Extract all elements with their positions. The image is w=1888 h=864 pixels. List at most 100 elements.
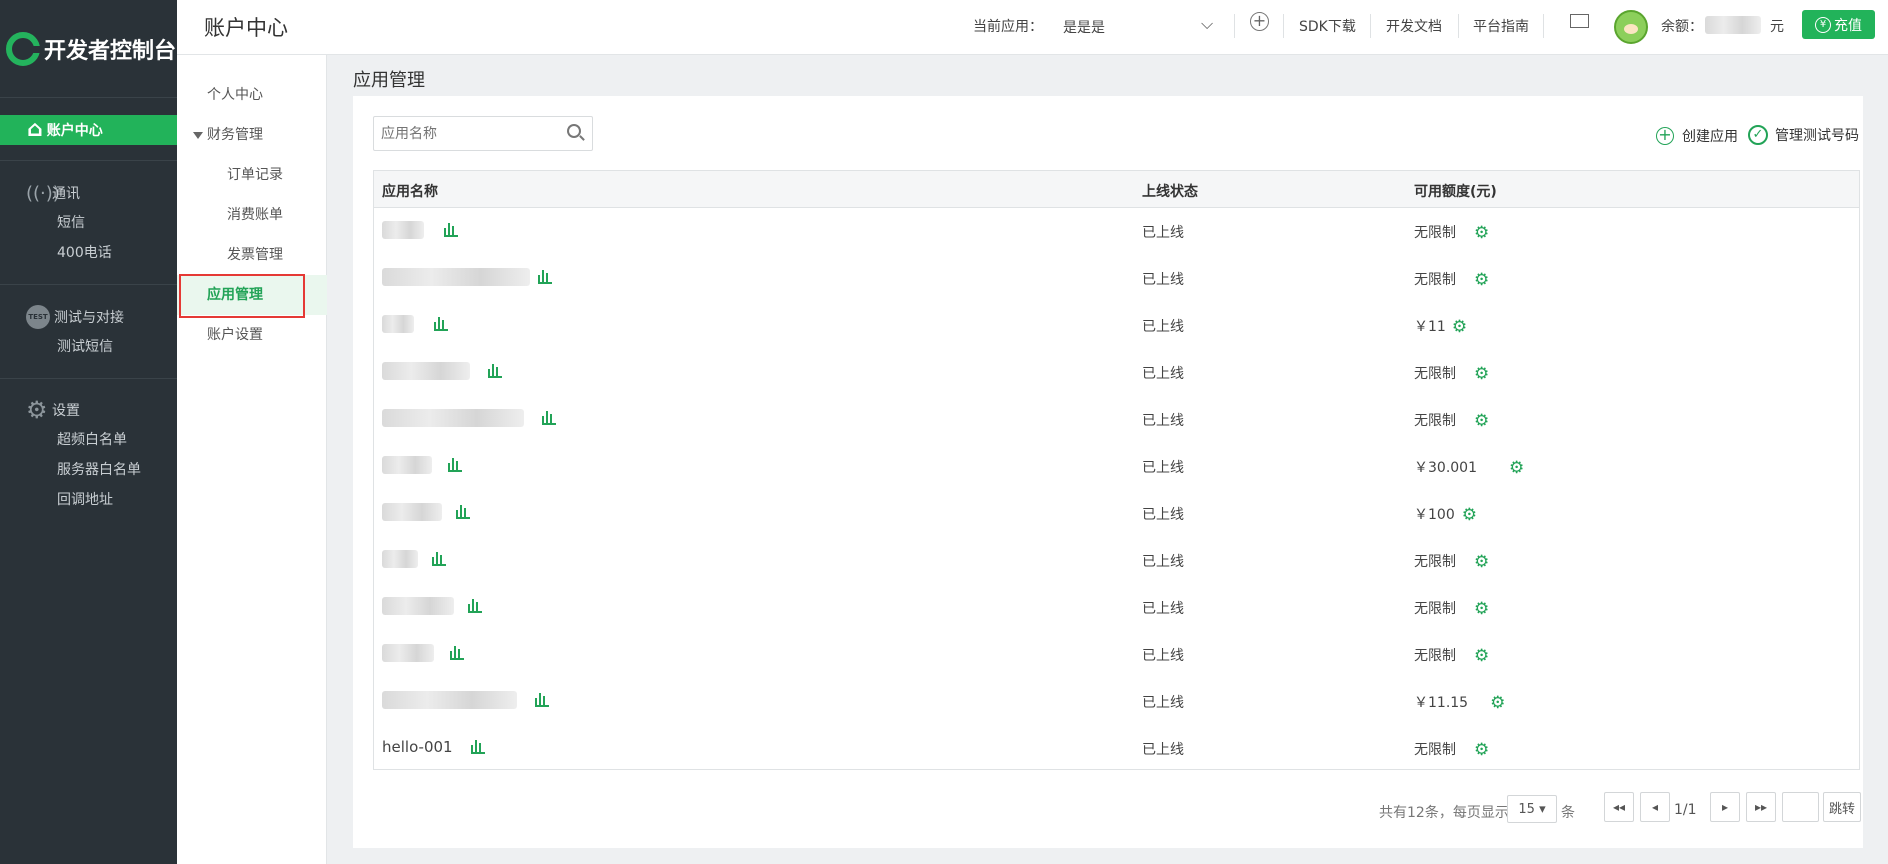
- brand-logo[interactable]: 开发者控制台: [0, 0, 177, 98]
- quota-value: 无限制: [1414, 648, 1456, 664]
- table-row[interactable]: 已上线 ￥11 ⚙: [374, 302, 1859, 349]
- recharge-button[interactable]: ¥ 充值: [1802, 10, 1875, 39]
- link-platform-guide[interactable]: 平台指南: [1473, 16, 1529, 36]
- chevron-down-icon[interactable]: ⌵: [1201, 14, 1213, 34]
- main-sidebar: 开发者控制台 ⌂ 账户中心 ((·)) 通讯 短信 400电话 TEST 测试与…: [0, 0, 177, 864]
- prev-page-button[interactable]: ◂: [1640, 792, 1670, 822]
- page-size-select[interactable]: 15 ▾: [1507, 795, 1557, 823]
- home-icon: ⌂: [27, 117, 43, 142]
- sidebar-item-account-center[interactable]: ⌂ 账户中心: [0, 115, 177, 145]
- app-name-cell[interactable]: [382, 689, 549, 711]
- sidebar-item-overfreq-whitelist[interactable]: 超频白名单: [0, 425, 177, 455]
- bar-chart-icon[interactable]: [470, 739, 485, 754]
- plus-circle-icon: +: [1656, 127, 1674, 145]
- sidebar-group-head[interactable]: ⚙ 设置: [0, 395, 177, 425]
- balance-value-redacted: [1705, 16, 1761, 34]
- table-row[interactable]: 已上线 ￥11.15 ⚙: [374, 678, 1859, 725]
- table-body: 已上线 无限制 ⚙ 已上线 无限制 ⚙ 已上线 ￥11 ⚙ 已上线 无限制 ⚙ 已上线 无限制 ⚙ 已上线 ￥3…: [374, 208, 1859, 772]
- page-jump-input[interactable]: [1782, 792, 1819, 822]
- bar-chart-icon[interactable]: [450, 645, 464, 660]
- add-circle-icon[interactable]: +: [1250, 12, 1269, 31]
- bar-chart-icon[interactable]: [542, 410, 556, 425]
- sidebar-item-callback-url[interactable]: 回调地址: [0, 485, 177, 515]
- app-name-cell[interactable]: [382, 407, 556, 429]
- bar-chart-icon[interactable]: [538, 269, 552, 284]
- bar-chart-icon[interactable]: [488, 363, 502, 378]
- app-name-cell[interactable]: [382, 313, 448, 335]
- app-name-cell[interactable]: [382, 642, 464, 664]
- mail-icon[interactable]: [1570, 14, 1589, 28]
- submenu-item-account-settings[interactable]: 账户设置: [177, 315, 327, 355]
- gear-icon[interactable]: ⚙: [1490, 694, 1505, 712]
- gear-icon[interactable]: ⚙: [1509, 459, 1524, 477]
- gear-icon[interactable]: ⚙: [1452, 318, 1467, 336]
- link-sdk-download[interactable]: SDK下载: [1299, 16, 1356, 36]
- gear-icon[interactable]: ⚙: [1474, 600, 1489, 618]
- submenu-item-invoices[interactable]: 发票管理: [177, 235, 327, 275]
- gear-icon[interactable]: ⚙: [1474, 365, 1489, 383]
- create-app-button[interactable]: + 创建应用: [1656, 126, 1738, 146]
- quota-value: ￥100: [1414, 507, 1455, 523]
- submenu-item-profile[interactable]: 个人中心: [177, 75, 327, 115]
- bar-chart-icon[interactable]: [468, 598, 482, 613]
- app-name-cell[interactable]: [382, 219, 458, 241]
- gear-icon[interactable]: ⚙: [1462, 506, 1477, 524]
- app-name-cell[interactable]: [382, 360, 502, 382]
- bar-chart-icon[interactable]: [434, 316, 448, 331]
- gear-icon[interactable]: ⚙: [1474, 271, 1489, 289]
- link-dev-docs[interactable]: 开发文档: [1386, 16, 1442, 36]
- status-cell: 已上线: [1142, 648, 1184, 664]
- sidebar-group-head[interactable]: TEST 测试与对接: [0, 302, 177, 332]
- gear-icon[interactable]: ⚙: [1474, 224, 1489, 242]
- sidebar-item-sms[interactable]: 短信: [0, 208, 177, 238]
- bar-chart-icon[interactable]: [444, 222, 458, 237]
- avatar[interactable]: [1614, 10, 1648, 44]
- app-name-cell[interactable]: [382, 595, 482, 617]
- app-name-cell[interactable]: [382, 501, 470, 523]
- last-page-button[interactable]: ▸▸: [1746, 792, 1776, 822]
- sidebar-item-server-whitelist[interactable]: 服务器白名单: [0, 455, 177, 485]
- sidebar-group-head[interactable]: ((·)) 通讯: [0, 178, 177, 208]
- bar-chart-icon[interactable]: [456, 504, 470, 519]
- next-page-button[interactable]: ▸: [1710, 792, 1740, 822]
- table-row[interactable]: 已上线 无限制 ⚙: [374, 208, 1859, 255]
- gear-icon[interactable]: ⚙: [1474, 647, 1489, 665]
- table-row[interactable]: 已上线 无限制 ⚙: [374, 631, 1859, 678]
- submenu-item-bills[interactable]: 消费账单: [177, 195, 327, 235]
- search-icon[interactable]: [567, 124, 581, 138]
- app-name-cell[interactable]: [382, 454, 462, 476]
- sidebar-item-test-sms[interactable]: 测试短信: [0, 332, 177, 362]
- caret-down-icon: [193, 131, 203, 139]
- table-row[interactable]: 已上线 ￥30.001 ⚙: [374, 443, 1859, 490]
- submenu-item-finance[interactable]: 财务管理: [177, 115, 327, 155]
- logo-mark-icon: [6, 31, 41, 66]
- table-row[interactable]: 已上线 无限制 ⚙: [374, 584, 1859, 631]
- gear-icon[interactable]: ⚙: [1474, 412, 1489, 430]
- status-cell: 已上线: [1142, 554, 1184, 570]
- table-row[interactable]: hello-001 已上线 无限制 ⚙: [374, 725, 1859, 772]
- app-name-cell[interactable]: hello-001: [382, 736, 485, 758]
- app-name-cell[interactable]: [382, 266, 552, 288]
- bar-chart-icon[interactable]: [448, 457, 462, 472]
- search-input[interactable]: [373, 116, 593, 151]
- bar-chart-icon[interactable]: [432, 551, 446, 566]
- app-name-cell[interactable]: [382, 548, 446, 570]
- table-row[interactable]: 已上线 ￥100 ⚙: [374, 490, 1859, 537]
- first-page-button[interactable]: ◂◂: [1604, 792, 1634, 822]
- sidebar-group-settings: ⚙ 设置 超频白名单 服务器白名单 回调地址: [0, 395, 177, 515]
- manage-test-numbers-button[interactable]: ✓ 管理测试号码: [1748, 125, 1859, 145]
- table-row[interactable]: 已上线 无限制 ⚙: [374, 537, 1859, 584]
- table-row[interactable]: 已上线 无限制 ⚙: [374, 396, 1859, 443]
- jump-button[interactable]: 跳转: [1823, 792, 1861, 822]
- sidebar-item-400-phone[interactable]: 400电话: [0, 238, 177, 268]
- divider: [1458, 14, 1459, 38]
- bar-chart-icon[interactable]: [535, 692, 549, 707]
- current-app-select[interactable]: 是是是: [1063, 17, 1105, 37]
- table-row[interactable]: 已上线 无限制 ⚙: [374, 255, 1859, 302]
- divider: [1543, 14, 1544, 38]
- page-size-value: 15: [1518, 801, 1535, 817]
- table-row[interactable]: 已上线 无限制 ⚙: [374, 349, 1859, 396]
- gear-icon[interactable]: ⚙: [1474, 741, 1489, 759]
- submenu-item-orders[interactable]: 订单记录: [177, 155, 327, 195]
- gear-icon[interactable]: ⚙: [1474, 553, 1489, 571]
